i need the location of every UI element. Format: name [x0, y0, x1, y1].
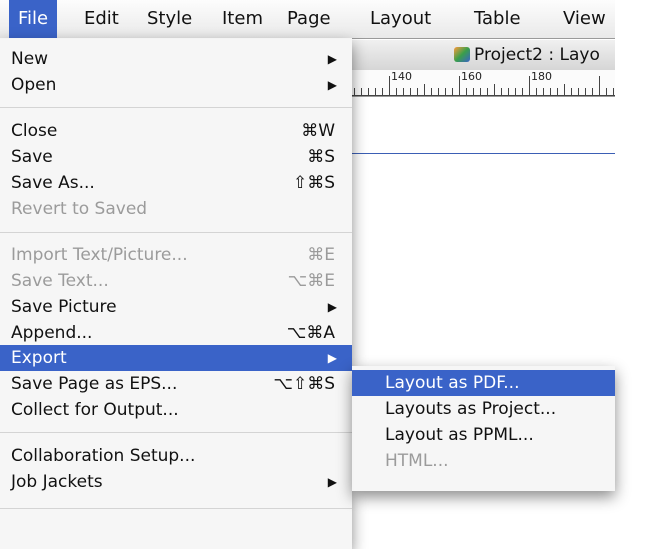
- menu-item-layout-as-ppml[interactable]: Layout as PPML...: [352, 422, 615, 448]
- menu-item-append[interactable]: Append... ⌥⌘A: [0, 320, 352, 346]
- project-file-icon: [454, 47, 470, 62]
- menu-page[interactable]: Page: [278, 0, 340, 38]
- submenu-arrow-icon: ▶: [327, 475, 337, 489]
- menu-item-save-as[interactable]: Save As... ⇧⌘S: [0, 170, 352, 196]
- menu-item-label: Append...: [11, 323, 93, 343]
- menu-item-save-picture[interactable]: Save Picture ▶: [0, 294, 352, 320]
- submenu-arrow-icon: ▶: [327, 52, 337, 66]
- menu-item-collect[interactable]: Collect for Output...: [0, 397, 352, 423]
- shortcut-label: ⌘E: [307, 245, 335, 265]
- ruler-label: 160: [461, 70, 482, 83]
- menu-item-layout-as-pdf[interactable]: Layout as PDF...: [352, 370, 615, 396]
- menu-separator: [0, 508, 352, 509]
- menu-item-save[interactable]: Save ⌘S: [0, 144, 352, 170]
- guide-line: [350, 153, 615, 154]
- menu-view[interactable]: View: [554, 0, 615, 38]
- menu-item-html: HTML...: [352, 448, 615, 474]
- ruler-label: 180: [531, 70, 552, 83]
- menu-item-label: Save Text...: [11, 271, 109, 291]
- menu-separator: [0, 432, 352, 433]
- menu-item-export[interactable]: Export ▶: [0, 345, 352, 371]
- menu-item-close[interactable]: Close ⌘W: [0, 118, 352, 144]
- menu-item-label: Import Text/Picture...: [11, 245, 188, 265]
- submenu-arrow-icon: ▶: [327, 300, 337, 314]
- menu-item-label: Close: [11, 121, 58, 141]
- menu-style[interactable]: Style: [138, 0, 201, 38]
- menu-item-label: Job Jackets: [11, 472, 103, 492]
- menu-item-new[interactable]: New ▶: [0, 46, 352, 72]
- menu-item-label: Layout as PPML...: [385, 425, 534, 445]
- file-menu: New ▶ Open ▶ Close ⌘W Save ⌘S Save As...…: [0, 38, 352, 549]
- menu-item-label: Save: [11, 147, 53, 167]
- menu-item-job-jackets[interactable]: Job Jackets ▶: [0, 469, 352, 495]
- shortcut-label: ⌘S: [307, 147, 335, 167]
- menu-item-label: Layout as PDF...: [385, 373, 520, 393]
- menu-item-label: Collaboration Setup...: [11, 446, 196, 466]
- shortcut-label: ⌘W: [301, 121, 335, 141]
- menu-bar: File Edit Style Item Page Layout Table V…: [0, 0, 615, 39]
- export-submenu: Layout as PDF... Layouts as Project... L…: [352, 366, 615, 491]
- menu-item-revert: Revert to Saved: [0, 196, 352, 222]
- document-window: Project2 : Layo 140 160 180: [350, 40, 615, 160]
- menu-item-label: Layouts as Project...: [385, 399, 557, 419]
- menu-item-label: HTML...: [385, 451, 449, 471]
- menu-file[interactable]: File: [9, 0, 58, 38]
- document-title: Project2 : Layo: [474, 45, 600, 65]
- menu-edit[interactable]: Edit: [75, 0, 128, 38]
- menu-item-save-text: Save Text... ⌥⌘E: [0, 268, 352, 294]
- menu-item-save-eps[interactable]: Save Page as EPS... ⌥⇧⌘S: [0, 371, 352, 397]
- shortcut-label: ⌥⇧⌘S: [273, 374, 335, 394]
- menu-item-label: Export: [11, 348, 67, 368]
- menu-item-collaboration-setup[interactable]: Collaboration Setup...: [0, 443, 352, 469]
- menu-separator: [0, 232, 352, 233]
- menu-separator: [0, 107, 352, 108]
- shortcut-label: ⌥⌘E: [287, 271, 335, 291]
- menu-item-layouts-as-project[interactable]: Layouts as Project...: [352, 396, 615, 422]
- menu-item-label: Save Picture: [11, 297, 117, 317]
- submenu-arrow-icon: ▶: [327, 351, 337, 365]
- menu-item-import: Import Text/Picture... ⌘E: [0, 242, 352, 268]
- menu-item-label: New: [11, 49, 49, 69]
- shortcut-label: ⇧⌘S: [292, 173, 335, 193]
- shortcut-label: ⌥⌘A: [286, 323, 335, 343]
- menu-item-label: Open: [11, 75, 57, 95]
- menu-item[interactable]: Item: [213, 0, 272, 38]
- menu-item-label: Collect for Output...: [11, 400, 179, 420]
- ruler-ticks: [350, 76, 615, 96]
- document-title-bar: Project2 : Layo: [350, 40, 615, 71]
- menu-item-label: Save As...: [11, 173, 95, 193]
- menu-item-open[interactable]: Open ▶: [0, 72, 352, 98]
- menu-item-label: Revert to Saved: [11, 199, 148, 219]
- horizontal-ruler: 140 160 180: [350, 70, 615, 97]
- ruler-label: 140: [391, 70, 412, 83]
- menu-item-label: Save Page as EPS...: [11, 374, 178, 394]
- menu-table[interactable]: Table: [465, 0, 530, 38]
- submenu-arrow-icon: ▶: [327, 78, 337, 92]
- menu-layout[interactable]: Layout: [361, 0, 440, 38]
